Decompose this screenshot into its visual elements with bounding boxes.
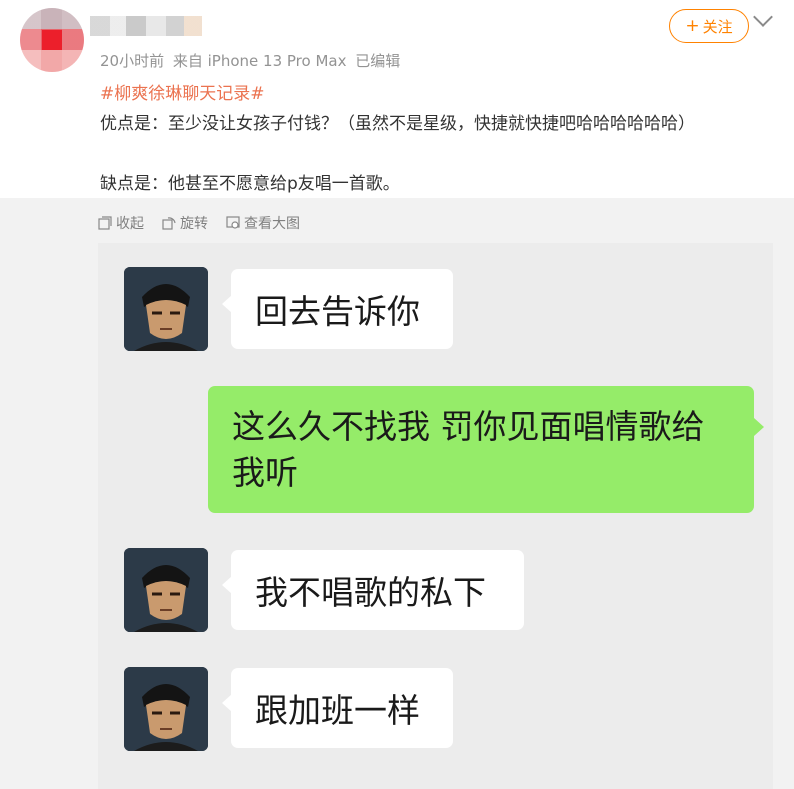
post-source[interactable]: 来自 iPhone 13 Pro Max [173,52,347,70]
chat-bubble-received: 我不唱歌的私下 [222,550,524,630]
chat-bubble-sent: 这么久不找我 罚你见面唱情歌给我听 [208,386,764,513]
chat-message-text: 我不唱歌的私下 [255,573,486,612]
post-time: 20小时前 [100,52,165,70]
view-large-label: 查看大图 [244,216,300,232]
user-name-blurred[interactable] [90,16,202,36]
post-line-cons: 缺点是：他甚至不愿意给p友唱一首歌。 [100,174,400,194]
rotate-label: 旋转 [180,216,208,232]
chevron-down-icon[interactable] [753,7,773,27]
collapse-label: 收起 [116,216,144,232]
post-edited: 已编辑 [355,52,401,70]
rotate-icon [162,217,176,230]
chat-bubble-received: 跟加班一样 [222,668,453,748]
post-meta: 20小时前 来自 iPhone 13 Pro Max 已编辑 [100,50,404,71]
user-avatar[interactable] [20,8,84,72]
chat-message-text: 回去告诉你 [255,292,420,331]
hashtag-link[interactable]: #柳爽徐琳聊天记录# [100,84,265,104]
chat-avatar [124,548,208,632]
follow-button[interactable]: + 关注 [669,9,749,43]
post-line-pros: 优点是：至少没让女孩子付钱？（虽然不是星级，快捷就快捷吧哈哈哈哈哈哈） [100,114,695,134]
chat-message-text: 这么久不找我 罚你见面唱情歌给我听 [232,407,705,492]
chat-screenshot[interactable]: 回去告诉你 这么久不找我 罚你见面唱情歌给我听 我不唱歌的私下 跟加班一样 [98,243,773,789]
chat-avatar [124,667,208,751]
rotate-button[interactable]: 旋转 [162,213,208,233]
chat-bubble-received: 回去告诉你 [222,269,453,349]
chat-avatar [124,267,208,351]
view-large-button[interactable]: 查看大图 [226,213,300,233]
follow-label: 关注 [702,17,733,36]
collapse-button[interactable]: 收起 [98,213,144,233]
plus-icon: + [685,15,700,36]
chat-message-text: 跟加班一样 [255,691,420,730]
collapse-icon [98,216,112,230]
post-body: #柳爽徐琳聊天记录# 优点是：至少没让女孩子付钱？（虽然不是星级，快捷就快捷吧哈… [100,79,695,199]
image-toolbar: 收起 旋转 查看大图 [98,213,300,233]
view-large-icon [226,216,240,229]
